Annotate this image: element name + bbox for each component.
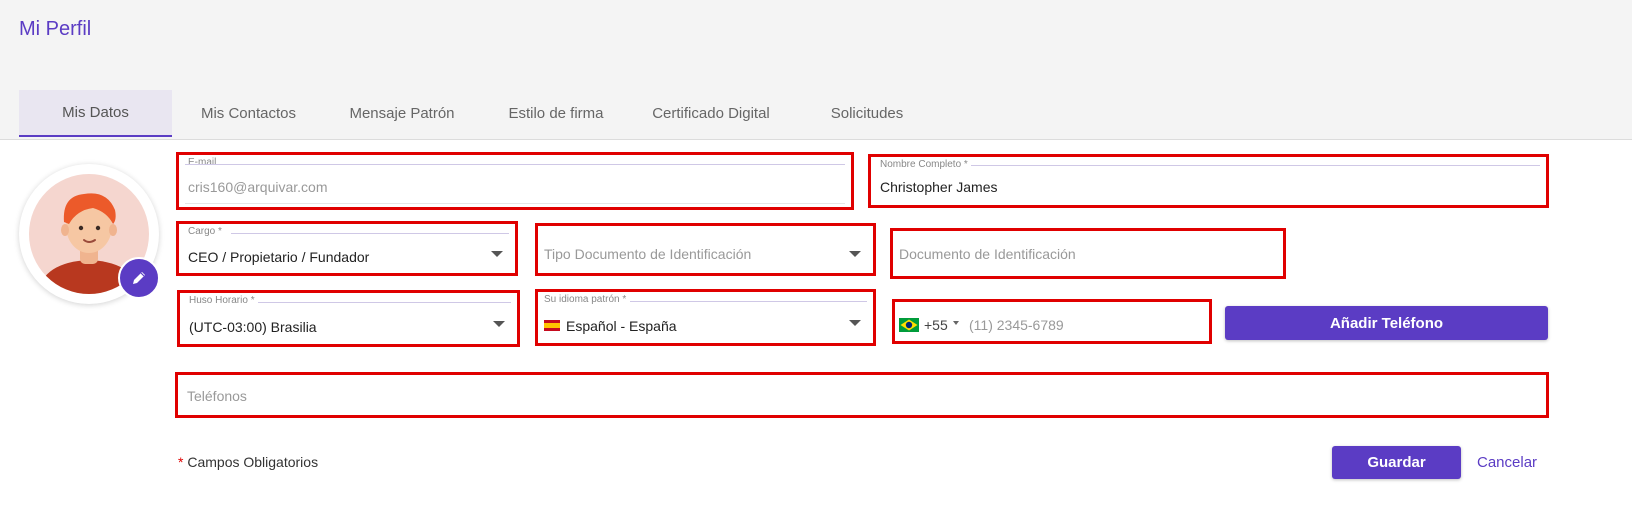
required-fields-note: * Campos Obligatorios: [178, 454, 318, 470]
phone-country-code[interactable]: +55: [924, 317, 948, 333]
id-doc-type-select[interactable]: Tipo Documento de Identificación: [535, 223, 876, 276]
add-phone-button[interactable]: Añadir Teléfono: [1225, 306, 1548, 340]
email-top-line: [185, 164, 845, 165]
chevron-down-icon: [491, 251, 503, 257]
chevron-down-icon: [849, 251, 861, 257]
brazil-flag-icon: [899, 318, 919, 332]
required-star: *: [178, 454, 184, 470]
page-title: Mi Perfil: [19, 18, 92, 40]
id-doc-type-placeholder: Tipo Documento de Identificación: [544, 246, 752, 262]
tab-certificado-digital[interactable]: Certificado Digital: [633, 90, 789, 137]
save-button[interactable]: Guardar: [1332, 446, 1461, 479]
full-name-top-line: [971, 165, 1540, 166]
tab-solicitudes[interactable]: Solicitudes: [789, 90, 945, 137]
edit-avatar-button[interactable]: [118, 257, 160, 299]
chevron-down-icon: [849, 320, 861, 326]
full-name-field[interactable]: Nombre Completo * Christopher James: [868, 154, 1549, 208]
required-note-text: Campos Obligatorios: [187, 454, 319, 470]
full-name-value: Christopher James: [880, 179, 998, 195]
tab-mis-datos[interactable]: Mis Datos: [19, 90, 172, 137]
email-bottom-line: [185, 203, 845, 204]
phone-input[interactable]: +55 (11) 2345-6789: [892, 299, 1212, 344]
timezone-label: Huso Horario *: [189, 295, 255, 306]
phones-placeholder: Teléfonos: [187, 388, 247, 404]
phones-list-field[interactable]: Teléfonos: [175, 372, 1549, 418]
email-label: E-mail: [188, 157, 217, 168]
timezone-select[interactable]: Huso Horario * (UTC-03:00) Brasilia: [177, 290, 520, 347]
pencil-icon: [133, 272, 145, 284]
profile-tabs: Mis Datos Mis Contactos Mensaje Patrón E…: [19, 90, 945, 139]
email-field[interactable]: E-mail cris160@arquivar.com: [176, 152, 854, 210]
language-label: Su idioma patrón *: [544, 294, 627, 305]
email-value: cris160@arquivar.com: [188, 179, 328, 195]
cargo-top-line: [231, 233, 509, 234]
timezone-value: (UTC-03:00) Brasilia: [189, 319, 317, 335]
chevron-down-icon: [493, 321, 505, 327]
cargo-label: Cargo *: [188, 226, 222, 237]
spain-flag-icon: [544, 320, 560, 331]
cancel-button[interactable]: Cancelar: [1477, 454, 1537, 471]
language-value: Español - España: [566, 318, 677, 334]
cargo-value: CEO / Propietario / Fundador: [188, 249, 370, 265]
tab-estilo-de-firma[interactable]: Estilo de firma: [479, 90, 633, 137]
chevron-down-icon[interactable]: [953, 321, 959, 325]
language-select[interactable]: Su idioma patrón * Español - España: [535, 289, 876, 346]
language-top-line: [630, 301, 867, 302]
tab-mis-contactos[interactable]: Mis Contactos: [172, 90, 325, 137]
page-header: Mi Perfil Mis Datos Mis Contactos Mensaj…: [0, 0, 1632, 140]
full-name-label: Nombre Completo *: [880, 159, 968, 170]
cargo-select[interactable]: Cargo * CEO / Propietario / Fundador: [176, 221, 518, 276]
tab-mensaje-patron[interactable]: Mensaje Patrón: [325, 90, 479, 137]
id-doc-input[interactable]: Documento de Identificación: [890, 228, 1286, 279]
timezone-top-line: [258, 302, 511, 303]
id-doc-placeholder: Documento de Identificación: [899, 246, 1076, 262]
phone-placeholder: (11) 2345-6789: [969, 317, 1064, 333]
